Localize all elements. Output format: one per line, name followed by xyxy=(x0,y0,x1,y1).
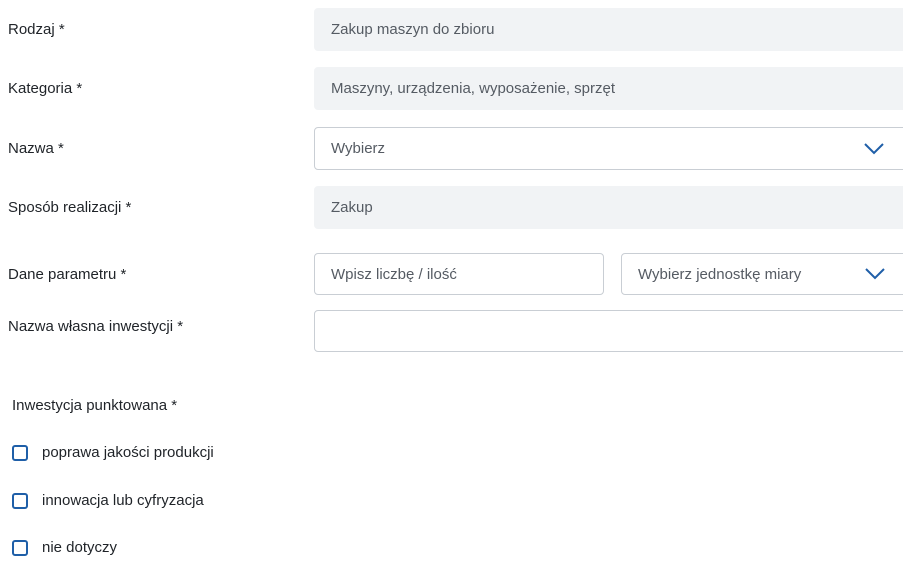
nazwa-label: Nazwa * xyxy=(8,140,64,157)
rodzaj-label: Rodzaj * xyxy=(8,21,65,38)
checkbox[interactable] xyxy=(12,492,28,509)
checkbox[interactable] xyxy=(12,444,28,461)
nazwa-select[interactable]: Wybierz xyxy=(314,127,903,170)
checkbox-option-nie-dotyczy[interactable]: nie dotyczy xyxy=(12,539,117,556)
sposob-realizacji-label: Sposób realizacji * xyxy=(8,199,132,216)
dane-parametru-label: Dane parametru * xyxy=(8,266,127,283)
rodzaj-field: Zakup maszyn do zbioru xyxy=(314,8,903,51)
nazwa-placeholder: Wybierz xyxy=(331,140,386,157)
nazwa-wlasna-input[interactable] xyxy=(314,310,903,352)
checkbox-label: poprawa jakości produkcji xyxy=(42,444,214,461)
rodzaj-value: Zakup maszyn do zbioru xyxy=(331,21,495,38)
nazwa-wlasna-label: Nazwa własna inwestycji * xyxy=(8,318,184,335)
investment-form: Rodzaj * Zakup maszyn do zbioru Kategori… xyxy=(0,0,903,576)
sposob-realizacji-field: Zakup xyxy=(314,186,903,229)
kategoria-label: Kategoria * xyxy=(8,80,83,97)
kategoria-value: Maszyny, urządzenia, wyposażenie, sprzęt xyxy=(331,80,616,97)
chevron-down-icon xyxy=(864,142,884,154)
sposob-realizacji-value: Zakup xyxy=(331,199,373,216)
unit-select[interactable]: Wybierz jednostkę miary xyxy=(621,253,903,295)
checkbox-label: innowacja lub cyfryzacja xyxy=(42,492,204,509)
checkbox-label: nie dotyczy xyxy=(42,539,118,556)
quantity-placeholder: Wpisz liczbę / ilość xyxy=(331,265,457,283)
chevron-down-icon xyxy=(865,268,885,280)
quantity-input[interactable]: Wpisz liczbę / ilość xyxy=(314,253,604,295)
checkbox-option-innowacja[interactable]: innowacja lub cyfryzacja xyxy=(12,492,204,509)
kategoria-field: Maszyny, urządzenia, wyposażenie, sprzęt xyxy=(314,67,903,110)
checkbox-option-poprawa[interactable]: poprawa jakości produkcji xyxy=(12,444,214,461)
unit-placeholder: Wybierz jednostkę miary xyxy=(638,265,802,283)
inwestycja-punktowana-title: Inwestycja punktowana * xyxy=(12,397,178,414)
checkbox[interactable] xyxy=(12,539,28,556)
